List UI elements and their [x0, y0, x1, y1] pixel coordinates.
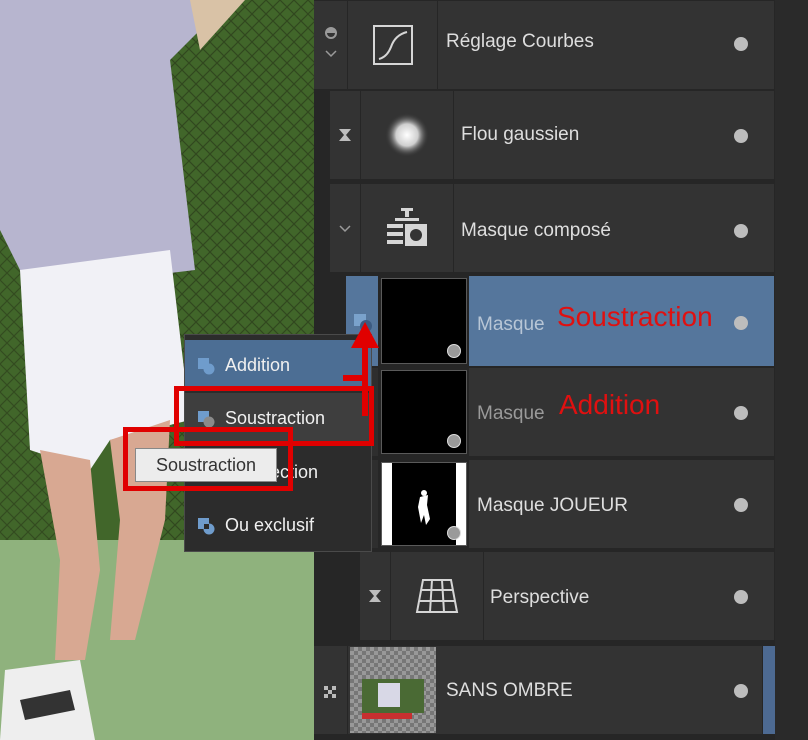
- annotation-text-soustraction: Soustraction: [557, 301, 713, 332]
- layer-name: Masque: [477, 403, 545, 424]
- panel-scrollbar[interactable]: [775, 0, 808, 740]
- expand-toggle[interactable]: [330, 184, 360, 272]
- layer-row-sans-ombre[interactable]: SANS OMBRE: [314, 645, 808, 735]
- layer-row-mask-player[interactable]: Masque JOUEUR: [314, 459, 808, 549]
- curves-icon: [348, 1, 437, 89]
- visibility-toggle[interactable]: [734, 316, 748, 330]
- gaussian-blur-icon: [361, 91, 453, 179]
- layer-name: Flou gaussien: [461, 124, 580, 145]
- child-indicator: [360, 552, 390, 640]
- hourglass-icon: [369, 590, 381, 602]
- mask-badge-icon: [447, 434, 461, 448]
- mask-thumbnail: [381, 278, 467, 364]
- checker-icon: [324, 686, 336, 698]
- add-mode-icon: [198, 358, 215, 375]
- collapse-chevron-icon: [325, 27, 337, 58]
- menu-item-label: Addition: [225, 354, 291, 375]
- visibility-toggle[interactable]: [734, 498, 748, 512]
- mask-badge-icon: [447, 526, 461, 540]
- compound-mask-icon: [361, 184, 453, 272]
- layer-row-curves[interactable]: Réglage Courbes: [314, 0, 808, 90]
- menu-item-ou-exclusif[interactable]: Ou exclusif: [185, 500, 371, 550]
- hourglass-icon: [339, 129, 351, 141]
- layer-name: Masque composé: [461, 220, 611, 241]
- annotation-text-addition: Addition: [559, 389, 661, 420]
- visibility-toggle[interactable]: [734, 37, 748, 51]
- visibility-toggle[interactable]: [734, 224, 748, 238]
- layer-name: SANS OMBRE: [446, 680, 573, 701]
- visibility-toggle[interactable]: [734, 406, 748, 420]
- menu-item-label: Ou exclusif: [225, 514, 315, 535]
- annotation-box-tooltip: [123, 427, 293, 491]
- annotation-arrow-icon: [343, 322, 379, 416]
- perspective-grid-icon: [391, 552, 483, 640]
- child-indicator: [330, 91, 360, 179]
- mask-thumbnail: [381, 370, 467, 454]
- layer-row-compound-mask[interactable]: Masque composé: [314, 183, 808, 273]
- layer-color-tag: [763, 646, 775, 734]
- visibility-toggle[interactable]: [734, 684, 748, 698]
- mask-badge-icon: [447, 344, 461, 358]
- layer-name: Masque JOUEUR: [477, 495, 628, 516]
- chevron-down-icon: [339, 225, 351, 233]
- layer-name: Masque: [477, 314, 545, 335]
- visibility-toggle[interactable]: [734, 590, 748, 604]
- xor-mode-icon: [198, 518, 215, 535]
- layer-name: Perspective: [490, 587, 590, 608]
- expand-toggle[interactable]: [314, 1, 347, 89]
- layer-thumbnail: [348, 646, 438, 734]
- layers-panel: Réglage Courbes Flou gaussien Masque com…: [314, 0, 808, 740]
- layer-row-perspective[interactable]: Perspective: [314, 551, 808, 641]
- layer-name: Réglage Courbes: [446, 31, 594, 52]
- visibility-toggle[interactable]: [734, 129, 748, 143]
- layer-row-gaussian-blur[interactable]: Flou gaussien: [314, 90, 808, 180]
- layer-lock[interactable]: [314, 646, 347, 734]
- mask-thumbnail: [381, 462, 467, 546]
